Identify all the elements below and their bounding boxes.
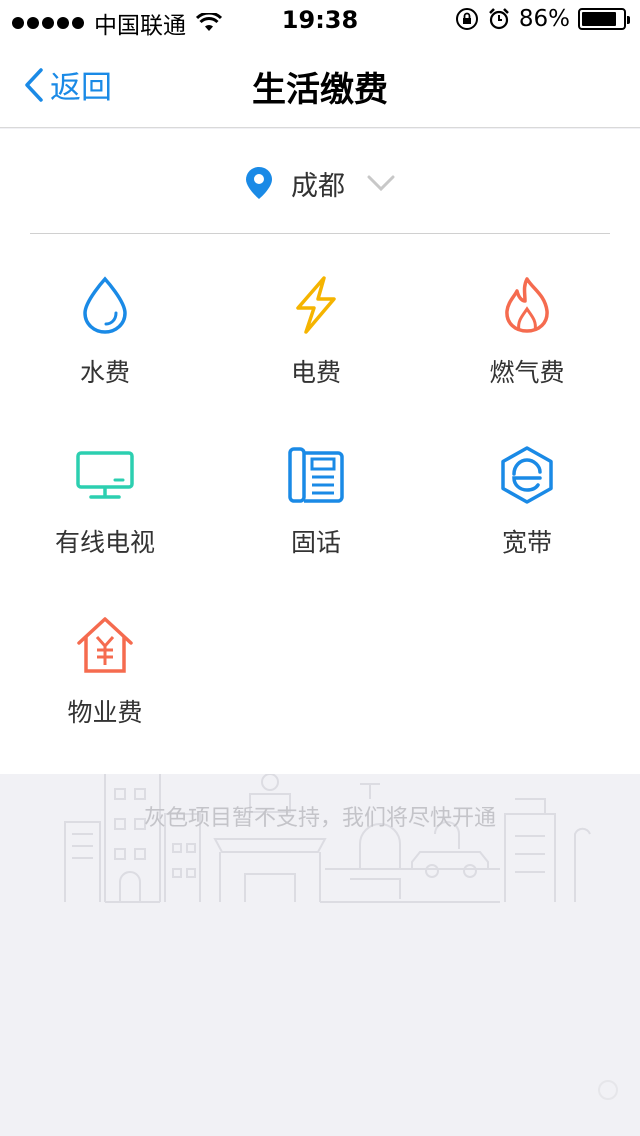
service-water[interactable]: 水费 bbox=[0, 235, 210, 405]
orientation-lock-icon bbox=[455, 8, 478, 30]
lightning-icon bbox=[296, 276, 336, 334]
status-right: 86% bbox=[455, 6, 630, 32]
service-broadband[interactable]: 宽带 bbox=[422, 405, 632, 575]
city-skyline-illustration bbox=[64, 774, 591, 903]
service-cable-tv[interactable]: 有线电视 bbox=[0, 405, 210, 575]
chevron-down-icon bbox=[367, 175, 395, 192]
tv-icon bbox=[76, 451, 134, 499]
battery-icon bbox=[578, 8, 630, 30]
status-bar: 中国联通 19:38 86% bbox=[0, 0, 640, 40]
nav-bar: 返回 生活缴费 bbox=[0, 40, 640, 128]
service-label: 水费 bbox=[79, 358, 130, 387]
service-label: 燃气费 bbox=[489, 358, 565, 387]
service-label: 物业费 bbox=[67, 698, 143, 727]
city-selector[interactable]: 成都 bbox=[0, 161, 640, 205]
battery-percent: 86% bbox=[518, 6, 570, 32]
notice-area: 灰色项目暂不支持，我们将尽快开通 bbox=[0, 774, 640, 1136]
notice-text: 灰色项目暂不支持，我们将尽快开通 bbox=[143, 806, 496, 831]
service-gas[interactable]: 燃气费 bbox=[422, 235, 632, 405]
watermark-logo bbox=[598, 1080, 618, 1100]
city-name: 成都 bbox=[291, 170, 345, 202]
telephone-icon bbox=[288, 447, 344, 503]
water-drop-icon bbox=[83, 276, 127, 334]
property-house-icon bbox=[77, 617, 133, 673]
page-title: 生活缴费 bbox=[252, 70, 388, 110]
divider bbox=[30, 233, 610, 234]
service-property-fee[interactable]: 物业费 bbox=[0, 575, 210, 745]
flame-icon bbox=[505, 277, 549, 333]
main-panel: 成都 水费 电费 燃气费 有线电视 固话 宽带 物业费 bbox=[0, 129, 640, 774]
service-label: 固话 bbox=[290, 528, 341, 557]
service-label: 电费 bbox=[290, 358, 341, 387]
service-label: 宽带 bbox=[501, 528, 552, 557]
broadband-icon bbox=[501, 446, 553, 504]
alarm-icon bbox=[488, 8, 509, 30]
location-pin-icon bbox=[246, 167, 272, 199]
service-landline[interactable]: 固话 bbox=[211, 405, 421, 575]
service-electricity[interactable]: 电费 bbox=[211, 235, 421, 405]
service-label: 有线电视 bbox=[54, 528, 155, 557]
